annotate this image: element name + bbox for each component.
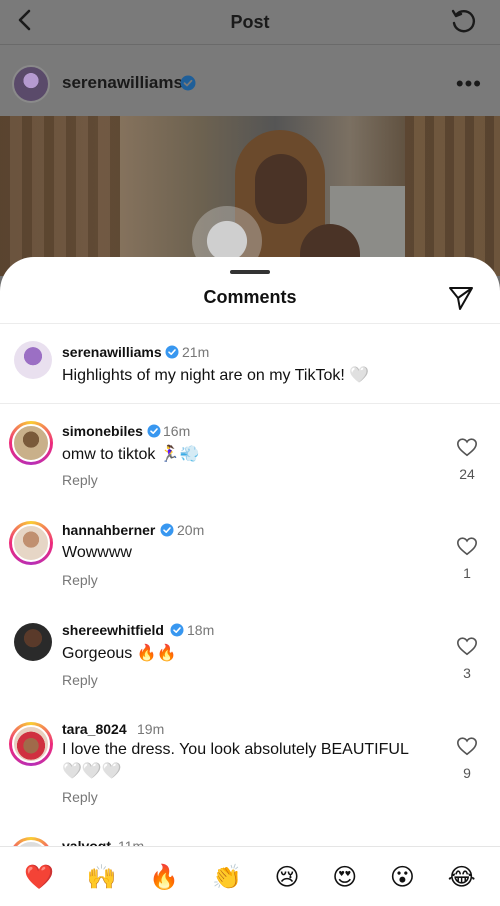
comment-text: Wowwww	[62, 544, 132, 561]
caption-text: Highlights of my night are on my TikTok!…	[62, 367, 370, 384]
laughing-emoji-button[interactable]: 😂	[448, 863, 476, 891]
caption-avatar[interactable]	[14, 341, 52, 379]
fire-emoji-button[interactable]: 🔥	[149, 863, 179, 891]
photo-curtain-left	[0, 116, 120, 276]
heart-emoji-button[interactable]: ❤️	[24, 863, 54, 891]
verified-badge-icon	[147, 424, 161, 438]
photo-curtain-right	[405, 116, 500, 276]
comment-time: 19m	[137, 721, 165, 737]
comment-username[interactable]: hannahberner	[62, 522, 155, 538]
comments-title: Comments	[203, 287, 297, 307]
like-heart-icon[interactable]	[456, 635, 478, 657]
screen: Post serenawilliams ••• Comments serenaw…	[0, 0, 500, 906]
like-heart-icon[interactable]	[456, 735, 478, 757]
drag-handle[interactable]	[230, 270, 270, 274]
emoji-reaction-bar: ❤️ 🙌 🔥 👏 😢 😍 😮 😂	[0, 846, 500, 906]
post-author-name[interactable]: serenawilliams	[62, 73, 183, 93]
heart-eyes-emoji-button[interactable]: 😍	[332, 863, 357, 891]
caption-time: 21m	[182, 344, 210, 360]
back-arrow-icon[interactable]	[12, 6, 40, 34]
comment-text: omw to tiktok 🏃‍♀️💨	[62, 446, 200, 463]
verified-badge-icon	[170, 623, 184, 637]
comment-avatar[interactable]	[9, 521, 53, 565]
comment-avatar[interactable]	[9, 421, 53, 465]
post-author-row: serenawilliams •••	[0, 44, 500, 116]
page-title: Post	[230, 11, 270, 32]
comment-avatar[interactable]	[14, 623, 52, 661]
verified-badge-icon	[165, 345, 179, 359]
comment-avatar[interactable]	[9, 722, 53, 766]
like-heart-icon[interactable]	[456, 535, 478, 557]
photo-face	[255, 154, 307, 224]
like-count: 3	[463, 665, 471, 681]
comment-text: I love the dress. You look absolutely BE…	[62, 741, 409, 758]
author-avatar[interactable]	[12, 65, 50, 103]
post-photo[interactable]	[0, 116, 500, 276]
comment-time: 16m	[163, 423, 191, 439]
like-count: 24	[459, 466, 475, 482]
comment-time: 18m	[187, 622, 215, 638]
comment-username[interactable]: simonebiles	[62, 423, 143, 439]
comment-text: Gorgeous 🔥🔥	[62, 645, 177, 662]
crying-emoji-button[interactable]: 😢	[275, 863, 300, 891]
reply-button[interactable]: Reply	[62, 472, 98, 488]
post-caption: serenawilliams 21m Highlights of my nigh…	[0, 324, 500, 404]
verified-badge-icon	[160, 523, 174, 537]
verified-badge-icon	[180, 75, 196, 91]
comments-sheet: Comments serenawilliams 21m Highlights o…	[0, 257, 500, 906]
comment-text-continued: 🤍🤍🤍	[62, 763, 122, 780]
reply-button[interactable]: Reply	[62, 789, 98, 805]
clap-emoji-button[interactable]: 👏	[212, 863, 242, 891]
reply-button[interactable]: Reply	[62, 672, 98, 688]
surprised-emoji-button[interactable]: 😮	[390, 863, 415, 891]
comment-username[interactable]: tara_8024	[62, 721, 127, 737]
comment-username[interactable]: shereewhitfield	[62, 622, 164, 638]
like-count: 1	[463, 565, 471, 581]
caption-username[interactable]: serenawilliams	[62, 344, 162, 360]
more-options-icon[interactable]: •••	[456, 71, 482, 97]
reply-button[interactable]: Reply	[62, 572, 98, 588]
refresh-icon[interactable]	[448, 6, 478, 36]
comment-time: 20m	[177, 522, 205, 538]
send-icon[interactable]	[448, 285, 474, 311]
top-bar: Post	[0, 0, 500, 44]
like-count: 9	[463, 765, 471, 781]
like-heart-icon[interactable]	[456, 436, 478, 458]
raised-hands-emoji-button[interactable]: 🙌	[87, 863, 117, 891]
